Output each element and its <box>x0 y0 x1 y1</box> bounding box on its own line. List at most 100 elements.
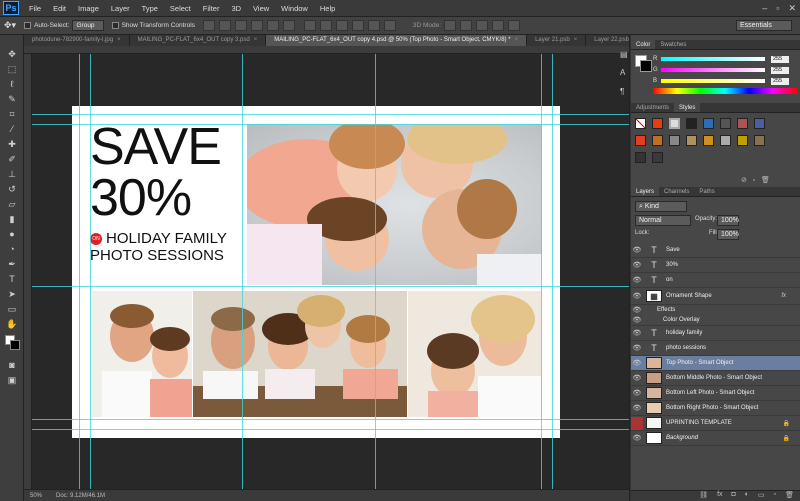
guide-horizontal[interactable] <box>32 286 629 287</box>
blue-slider[interactable]: B 255 <box>653 77 797 85</box>
filter-kind-dropdown[interactable]: ⌕ Kind <box>635 201 687 212</box>
style-swatch[interactable] <box>737 135 748 146</box>
new-layer-icon[interactable]: ▫ <box>774 491 776 501</box>
align-left-icon[interactable] <box>250 20 263 31</box>
path-selection-tool-icon[interactable]: ➤ <box>6 289 18 300</box>
layer-row-selected[interactable]: 👁 Top Photo - Smart Object <box>631 356 800 371</box>
3d-slide-icon[interactable] <box>492 20 505 31</box>
folder-icon[interactable]: ▭ <box>758 491 765 501</box>
3d-roll-icon[interactable] <box>460 20 473 31</box>
layer-row[interactable]: 👁 ▦ Ornament Shape fx <box>631 288 800 305</box>
style-swatch[interactable] <box>737 118 748 129</box>
marquee-tool-icon[interactable]: ⬚ <box>6 64 18 75</box>
tab-doc-2[interactable]: MAILING_PC-FLAT_6x4_OUT copy 3.psd × <box>129 35 267 46</box>
distribute-icon[interactable] <box>303 20 316 31</box>
eye-icon[interactable]: 👁 <box>631 292 643 300</box>
tab-color[interactable]: Color <box>631 40 656 49</box>
menu-help[interactable]: Help <box>314 4 341 13</box>
guide-horizontal[interactable] <box>32 124 629 125</box>
zoom-level[interactable]: 50% <box>30 493 42 499</box>
style-swatch[interactable] <box>703 135 714 146</box>
style-swatch[interactable] <box>635 118 646 129</box>
layer-row[interactable]: 👁 Bottom Right Photo - Smart Object <box>631 401 800 416</box>
show-transform-option[interactable]: Show Transform Controls <box>111 22 195 29</box>
quick-mask-icon[interactable]: ◙ <box>6 360 18 371</box>
layer-row[interactable]: 👁 T Save <box>631 243 800 258</box>
layer-row[interactable]: 👁 Tholiday family <box>631 326 800 341</box>
blur-tool-icon[interactable]: ● <box>6 229 18 240</box>
style-swatch[interactable] <box>754 118 765 129</box>
type-panel-icon[interactable]: A <box>620 68 625 77</box>
adjustment-icon[interactable]: ◐ <box>745 491 749 501</box>
crop-tool-icon[interactable]: ⌗ <box>6 109 18 120</box>
close-icon[interactable]: × <box>117 37 121 43</box>
tab-swatches[interactable]: Swatches <box>655 40 691 49</box>
menu-edit[interactable]: Edit <box>47 4 72 13</box>
eye-icon[interactable]: 👁 <box>631 316 643 324</box>
eye-icon[interactable]: 👁 <box>631 344 643 352</box>
tab-styles[interactable]: Styles <box>674 103 701 112</box>
style-swatch[interactable] <box>669 118 680 129</box>
menu-3d[interactable]: 3D <box>225 4 247 13</box>
dodge-tool-icon[interactable]: ◔ <box>6 244 18 255</box>
layer-row[interactable]: 👁 Ton <box>631 273 800 288</box>
style-swatch[interactable] <box>635 152 646 163</box>
green-value[interactable]: 255 <box>771 66 789 74</box>
history-icon[interactable]: ▤ <box>620 50 628 59</box>
distribute-icon[interactable] <box>351 20 364 31</box>
quick-select-tool-icon[interactable]: ✎ <box>6 94 18 105</box>
show-transform-checkbox[interactable] <box>111 22 119 29</box>
auto-select-dropdown[interactable]: Group <box>72 20 104 31</box>
green-gradient[interactable] <box>661 68 765 72</box>
eye-icon[interactable]: 👁 <box>631 404 643 412</box>
guide-vertical[interactable] <box>552 54 553 489</box>
paragraph-icon[interactable]: ¶ <box>620 87 624 96</box>
3d-pan-icon[interactable] <box>476 20 489 31</box>
eye-icon[interactable]: 👁 <box>631 306 643 314</box>
tab-channels[interactable]: Channels <box>659 187 694 196</box>
vertical-ruler[interactable] <box>24 54 32 489</box>
eye-icon[interactable]: 👁 <box>631 374 643 382</box>
guide-vertical[interactable] <box>375 54 376 489</box>
clone-stamp-tool-icon[interactable]: ⊥ <box>6 169 18 180</box>
mask-icon[interactable]: ◘ <box>732 491 736 501</box>
3d-rotate-icon[interactable] <box>444 20 457 31</box>
layer-row[interactable]: 👁 Tphoto sessions <box>631 341 800 356</box>
opacity-input[interactable]: 100% <box>717 215 739 226</box>
horizontal-ruler[interactable] <box>24 46 629 54</box>
style-swatch[interactable] <box>652 118 663 129</box>
layer-row[interactable]: 👁 T 30% <box>631 258 800 273</box>
menu-filter[interactable]: Filter <box>197 4 226 13</box>
hand-tool-icon[interactable]: ✋ <box>6 319 18 330</box>
layer-row[interactable]: 👁 Background 🔒 <box>631 431 800 446</box>
close-icon[interactable]: × <box>254 37 258 43</box>
history-brush-tool-icon[interactable]: ↺ <box>6 184 18 195</box>
fx-icon[interactable]: fx <box>781 293 786 299</box>
background-color-swatch[interactable] <box>640 60 652 72</box>
color-spectrum[interactable] <box>653 88 797 94</box>
document-canvas[interactable]: SAVE 30% ON HOLIDAY FAMILY PHOTO SESSION… <box>72 106 560 438</box>
eye-icon[interactable]: 👁 <box>631 246 643 254</box>
align-top-icon[interactable] <box>202 20 215 31</box>
style-swatch[interactable] <box>686 135 697 146</box>
layer-row[interactable]: UPRINTING TEMPLATE 🔒 <box>631 416 800 431</box>
screen-mode-icon[interactable]: ▣ <box>6 375 18 386</box>
gradient-tool-icon[interactable]: ▮ <box>6 214 18 225</box>
3d-scale-icon[interactable] <box>508 20 521 31</box>
menu-layer[interactable]: Layer <box>105 4 136 13</box>
eraser-tool-icon[interactable]: ▱ <box>6 199 18 210</box>
guide-vertical[interactable] <box>90 54 91 489</box>
eye-icon[interactable]: 👁 <box>631 329 643 337</box>
menu-view[interactable]: View <box>247 4 275 13</box>
menu-type[interactable]: Type <box>136 4 164 13</box>
canvas-area[interactable]: SAVE 30% ON HOLIDAY FAMILY PHOTO SESSION… <box>24 46 629 489</box>
align-right-icon[interactable] <box>282 20 295 31</box>
style-swatch[interactable] <box>703 118 714 129</box>
pen-tool-icon[interactable]: ✒ <box>6 259 18 270</box>
align-hcenter-icon[interactable] <box>266 20 279 31</box>
red-value[interactable]: 255 <box>771 55 789 63</box>
move-tool-icon[interactable]: ✥▾ <box>4 20 16 31</box>
maximize-icon[interactable]: ▫ <box>776 3 779 14</box>
distribute-icon[interactable] <box>319 20 332 31</box>
style-swatch[interactable] <box>720 135 731 146</box>
